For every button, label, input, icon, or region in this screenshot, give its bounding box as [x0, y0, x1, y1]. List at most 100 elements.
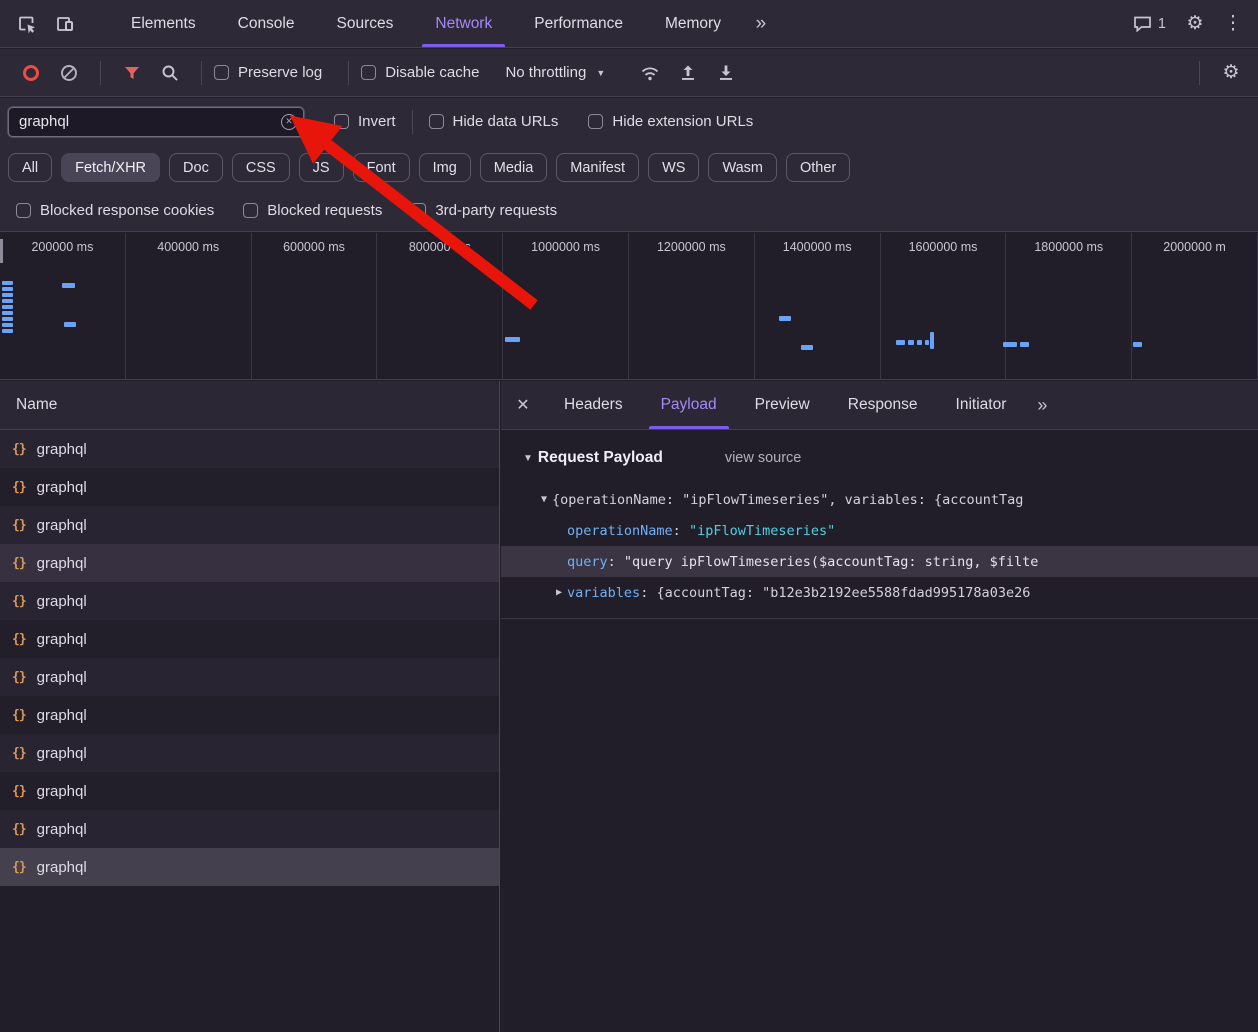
tab-console[interactable]: Console	[217, 0, 316, 47]
checkbox-box[interactable]	[214, 65, 229, 80]
disable-cache-checkbox[interactable]: Disable cache	[361, 64, 479, 81]
timeline-request-bar[interactable]	[2, 329, 13, 333]
network-settings-gear-icon[interactable]: ⚙	[1212, 54, 1250, 92]
record-network-log-button[interactable]	[12, 54, 50, 92]
collapse-triangle-icon[interactable]: ▼	[523, 453, 533, 464]
payload-variables-row[interactable]: ▶variables: {accountTag: "b12e3b2192ee55…	[501, 577, 1258, 608]
chip-other[interactable]: Other	[786, 153, 850, 182]
timeline-request-bar[interactable]	[64, 322, 76, 327]
inspect-element-icon[interactable]	[8, 5, 46, 43]
import-har-icon[interactable]	[669, 54, 707, 92]
timeline-request-bar[interactable]	[1133, 342, 1142, 347]
hide-extension-urls-checkbox[interactable]: Hide extension URLs	[588, 113, 753, 130]
tab-preview[interactable]: Preview	[736, 381, 829, 429]
chip-ws[interactable]: WS	[648, 153, 699, 182]
chip-img[interactable]: Img	[419, 153, 471, 182]
timeline-request-bar[interactable]	[2, 311, 13, 315]
settings-gear-icon[interactable]: ⚙	[1176, 5, 1214, 43]
tab-memory[interactable]: Memory	[644, 0, 742, 47]
chip-fetch-xhr[interactable]: Fetch/XHR	[61, 153, 160, 182]
throttling-dropdown[interactable]: No throttling ▼	[505, 64, 605, 81]
expand-triangle-icon[interactable]: ▼	[541, 494, 547, 505]
network-overview-timeline[interactable]: 200000 ms 400000 ms 600000 ms 800000 ms …	[0, 233, 1258, 380]
timeline-request-bar[interactable]	[2, 281, 13, 285]
kebab-menu-icon[interactable]: ⋮	[1214, 5, 1252, 43]
more-panels-icon[interactable]: »	[742, 5, 780, 43]
request-row[interactable]: {}graphql	[0, 430, 499, 468]
tab-initiator[interactable]: Initiator	[937, 381, 1026, 429]
chip-font[interactable]: Font	[353, 153, 410, 182]
timeline-request-bar[interactable]	[62, 283, 75, 288]
timeline-request-bar[interactable]	[779, 316, 791, 321]
expand-triangle-icon[interactable]: ▶	[556, 587, 562, 598]
timeline-request-bar[interactable]	[2, 299, 13, 303]
timeline-request-bar[interactable]	[801, 345, 813, 350]
chip-wasm[interactable]: Wasm	[708, 153, 777, 182]
request-row-selected[interactable]: {}graphql	[0, 848, 499, 886]
tab-response[interactable]: Response	[829, 381, 937, 429]
request-row[interactable]: {}graphql	[0, 772, 499, 810]
chip-all[interactable]: All	[8, 153, 52, 182]
timeline-request-bar[interactable]	[2, 287, 13, 291]
filter-funnel-icon[interactable]	[113, 54, 151, 92]
chip-media[interactable]: Media	[480, 153, 548, 182]
timeline-request-bar[interactable]	[1020, 342, 1029, 347]
timeline-request-bar[interactable]	[2, 305, 13, 309]
timeline-request-bar[interactable]	[1003, 342, 1017, 347]
third-party-requests-checkbox[interactable]: 3rd-party requests	[411, 202, 557, 219]
timeline-request-bar[interactable]	[2, 293, 13, 297]
blocked-response-cookies-checkbox[interactable]: Blocked response cookies	[16, 202, 214, 219]
request-row[interactable]: {}graphql	[0, 620, 499, 658]
tab-elements[interactable]: Elements	[110, 0, 217, 47]
tab-sources[interactable]: Sources	[316, 0, 415, 47]
timeline-request-bar[interactable]	[505, 337, 520, 342]
tab-network[interactable]: Network	[414, 0, 513, 47]
checkbox-box[interactable]	[588, 114, 603, 129]
request-row[interactable]: {}graphql	[0, 506, 499, 544]
tab-payload[interactable]: Payload	[642, 381, 736, 429]
payload-operation-row[interactable]: operationName: "ipFlowTimeseries"	[501, 515, 1258, 546]
invert-checkbox[interactable]: Invert	[334, 113, 396, 130]
close-detail-icon[interactable]: ✕	[501, 381, 545, 429]
hide-data-urls-checkbox[interactable]: Hide data URLs	[429, 113, 559, 130]
chip-manifest[interactable]: Manifest	[556, 153, 639, 182]
timeline-request-bar[interactable]	[930, 332, 934, 349]
timeline-request-bar[interactable]	[2, 323, 13, 327]
chip-js[interactable]: JS	[299, 153, 344, 182]
request-row[interactable]: {}graphql	[0, 658, 499, 696]
request-row[interactable]: {}graphql	[0, 544, 499, 582]
chip-doc[interactable]: Doc	[169, 153, 223, 182]
timeline-request-bar[interactable]	[925, 340, 929, 345]
timeline-request-bar[interactable]	[2, 317, 13, 321]
tab-headers[interactable]: Headers	[545, 381, 642, 429]
checkbox-box[interactable]	[16, 203, 31, 218]
request-row[interactable]: {}graphql	[0, 582, 499, 620]
checkbox-box[interactable]	[243, 203, 258, 218]
chip-css[interactable]: CSS	[232, 153, 290, 182]
checkbox-box[interactable]	[429, 114, 444, 129]
timeline-scroll-handle[interactable]	[0, 239, 3, 263]
clear-network-log-button[interactable]	[50, 54, 88, 92]
device-toolbar-icon[interactable]	[46, 5, 84, 43]
clear-filter-icon[interactable]: ✕	[281, 114, 297, 130]
tab-performance[interactable]: Performance	[513, 0, 644, 47]
timeline-request-bar[interactable]	[917, 340, 922, 345]
timeline-request-bar[interactable]	[896, 340, 905, 345]
timeline-request-bar[interactable]	[908, 340, 914, 345]
request-row[interactable]: {}graphql	[0, 734, 499, 772]
request-row[interactable]: {}graphql	[0, 810, 499, 848]
payload-root-row[interactable]: ▼ {operationName: "ipFlowTimeseries", va…	[501, 484, 1258, 515]
checkbox-box[interactable]	[361, 65, 376, 80]
blocked-requests-checkbox[interactable]: Blocked requests	[243, 202, 382, 219]
payload-query-row[interactable]: query: "query ipFlowTimeseries($accountT…	[501, 546, 1258, 577]
checkbox-box[interactable]	[411, 203, 426, 218]
view-source-link[interactable]: view source	[725, 450, 802, 466]
export-har-icon[interactable]	[707, 54, 745, 92]
console-messages-button[interactable]: 1	[1123, 15, 1176, 32]
request-row[interactable]: {}graphql	[0, 468, 499, 506]
request-row[interactable]: {}graphql	[0, 696, 499, 734]
search-icon[interactable]	[151, 54, 189, 92]
filter-input[interactable]	[8, 107, 304, 137]
checkbox-box[interactable]	[334, 114, 349, 129]
more-detail-tabs-icon[interactable]: »	[1025, 395, 1059, 416]
